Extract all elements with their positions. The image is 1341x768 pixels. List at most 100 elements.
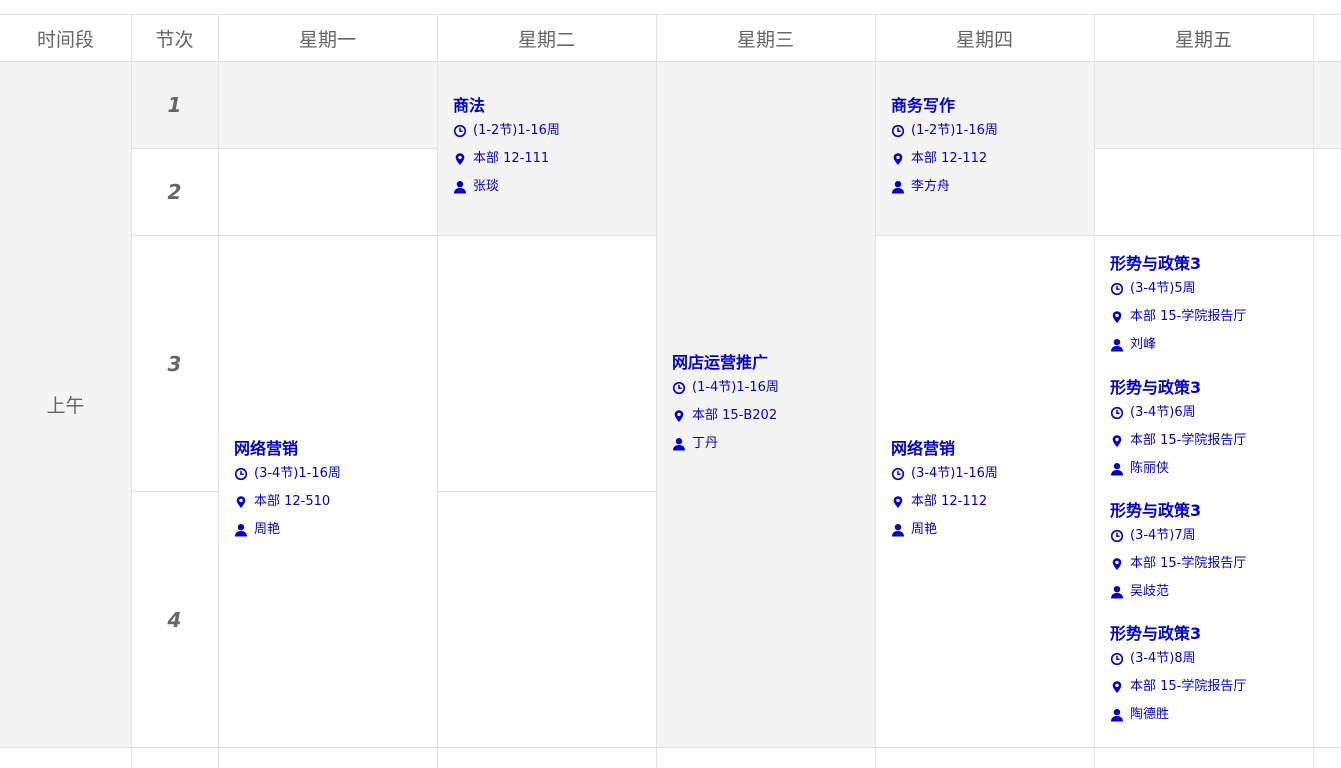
period-label-morning: 上午 [46, 395, 85, 417]
course-card[interactable]: 商法 (1-2节)1-16周 本部 12-111 张琰 [453, 95, 560, 207]
course-teacher-text: 张琰 [473, 179, 500, 194]
section-number-2: 2 [167, 180, 182, 204]
course-time-text: (1-2节)1-16周 [911, 123, 998, 138]
course-card[interactable]: 网店运营推广 (1-4节)1-16周 本部 15-B202 丁丹 [672, 352, 779, 464]
course-location-text: 本部 15-B202 [692, 408, 778, 423]
course-time: (3-4节)6周 [1110, 405, 1246, 433]
location-pin-icon [453, 152, 467, 166]
course-name[interactable]: 形势与政策3 [1110, 377, 1246, 399]
header-time-period: 时间段 [36, 29, 94, 51]
course-location-text: 本部 12-112 [911, 151, 988, 166]
course-teacher: 吴歧范 [1110, 584, 1246, 612]
person-icon [891, 523, 905, 537]
location-pin-icon [1110, 310, 1124, 324]
course-card[interactable]: 形势与政策3 (3-4节)5周本部 15-学院报告厅 刘峰 [1110, 253, 1246, 365]
course-location-text: 本部 15-学院报告厅 [1130, 556, 1247, 571]
clock-icon [1110, 406, 1124, 420]
person-icon [234, 523, 248, 537]
clock-icon [891, 124, 905, 138]
course-teacher: 丁丹 [672, 436, 779, 464]
course-card[interactable]: 形势与政策3 (3-4节)7周本部 15-学院报告厅 吴歧范 [1110, 500, 1246, 612]
course-time-text: (1-4节)1-16周 [692, 380, 779, 395]
course-location-text: 本部 15-学院报告厅 [1130, 433, 1247, 448]
location-pin-icon [1110, 680, 1124, 694]
course-location: 本部 15-学院报告厅 [1110, 679, 1246, 707]
course-location-text: 本部 15-学院报告厅 [1130, 679, 1247, 694]
course-time-text: (3-4节)5周 [1130, 281, 1196, 296]
course-teacher-text: 陈丽侠 [1130, 461, 1170, 476]
course-teacher-text: 李方舟 [911, 179, 951, 194]
location-pin-icon [891, 152, 905, 166]
course-name[interactable]: 商法 [453, 95, 560, 117]
course-teacher-text: 刘峰 [1130, 337, 1157, 352]
course-teacher: 张琰 [453, 179, 560, 207]
course-location: 本部 12-111 [453, 151, 560, 179]
course-time: (1-2节)1-16周 [891, 123, 998, 151]
course-teacher-text: 陶德胜 [1130, 707, 1170, 722]
course-teacher: 周艳 [234, 522, 341, 550]
clock-icon [1110, 282, 1124, 296]
course-location: 本部 15-B202 [672, 408, 779, 436]
course-teacher: 李方舟 [891, 179, 998, 207]
course-teacher-text: 周艳 [254, 522, 281, 537]
friday-section-1-cell [1094, 62, 1341, 148]
course-time: (3-4节)7周 [1110, 528, 1246, 556]
location-pin-icon [1110, 557, 1124, 571]
course-teacher: 陈丽侠 [1110, 461, 1246, 489]
course-teacher-text: 吴歧范 [1130, 584, 1170, 599]
person-icon [453, 180, 467, 194]
course-name[interactable]: 网络营销 [234, 438, 341, 460]
course-time-text: (3-4节)6周 [1130, 405, 1196, 420]
clock-icon [891, 467, 905, 481]
course-teacher-text: 周艳 [911, 522, 938, 537]
section-number-1: 1 [167, 93, 182, 117]
course-location-text: 本部 12-112 [911, 494, 988, 509]
course-name[interactable]: 形势与政策3 [1110, 500, 1246, 522]
person-icon [672, 437, 686, 451]
course-time: (3-4节)5周 [1110, 281, 1246, 309]
course-location: 本部 12-112 [891, 151, 998, 179]
clock-icon [1110, 652, 1124, 666]
course-location: 本部 12-112 [891, 494, 998, 522]
person-icon [1110, 585, 1124, 599]
course-card[interactable]: 网络营销 (3-4节)1-16周 本部 12-112 周艳 [891, 438, 998, 550]
header-monday: 星期一 [298, 29, 356, 51]
course-name[interactable]: 形势与政策3 [1110, 253, 1246, 275]
course-time-text: (3-4节)1-16周 [254, 466, 341, 481]
course-time-text: (3-4节)1-16周 [911, 466, 998, 481]
clock-icon [1110, 529, 1124, 543]
course-name[interactable]: 形势与政策3 [1110, 623, 1246, 645]
course-card[interactable]: 形势与政策3 (3-4节)6周本部 15-学院报告厅 陈丽侠 [1110, 377, 1246, 489]
location-pin-icon [672, 409, 686, 423]
course-time-text: (3-4节)7周 [1130, 528, 1196, 543]
clock-icon [234, 467, 248, 481]
course-name[interactable]: 网店运营推广 [672, 352, 779, 374]
clock-icon [453, 124, 467, 138]
section-number-3: 3 [167, 351, 182, 376]
course-teacher: 陶德胜 [1110, 707, 1246, 735]
header-section: 节次 [155, 29, 194, 51]
person-icon [1110, 338, 1124, 352]
header-friday: 星期五 [1174, 29, 1232, 51]
course-card[interactable]: 商务写作 (1-2节)1-16周 本部 12-112 李方舟 [891, 95, 998, 207]
section-number-4: 4 [167, 607, 182, 632]
header-tuesday: 星期二 [517, 29, 575, 51]
location-pin-icon [1110, 434, 1124, 448]
person-icon [1110, 708, 1124, 722]
location-pin-icon [234, 495, 248, 509]
course-time: (1-4节)1-16周 [672, 380, 779, 408]
course-card[interactable]: 网络营销 (3-4节)1-16周 本部 12-510 周艳 [234, 438, 341, 550]
location-pin-icon [891, 495, 905, 509]
course-location: 本部 15-学院报告厅 [1110, 309, 1246, 337]
course-location: 本部 12-510 [234, 494, 341, 522]
course-teacher: 刘峰 [1110, 337, 1246, 365]
course-card[interactable]: 形势与政策3 (3-4节)8周 本部 15-学院报告厅 陶德胜 [1110, 623, 1246, 735]
course-time: (3-4节)8周 [1110, 651, 1246, 679]
person-icon [1110, 462, 1124, 476]
course-time-text: (1-2节)1-16周 [473, 123, 560, 138]
course-name[interactable]: 商务写作 [891, 95, 998, 117]
course-location-text: 本部 12-111 [473, 151, 550, 166]
course-time: (1-2节)1-16周 [453, 123, 560, 151]
course-location-text: 本部 12-510 [254, 494, 331, 509]
course-name[interactable]: 网络营销 [891, 438, 998, 460]
